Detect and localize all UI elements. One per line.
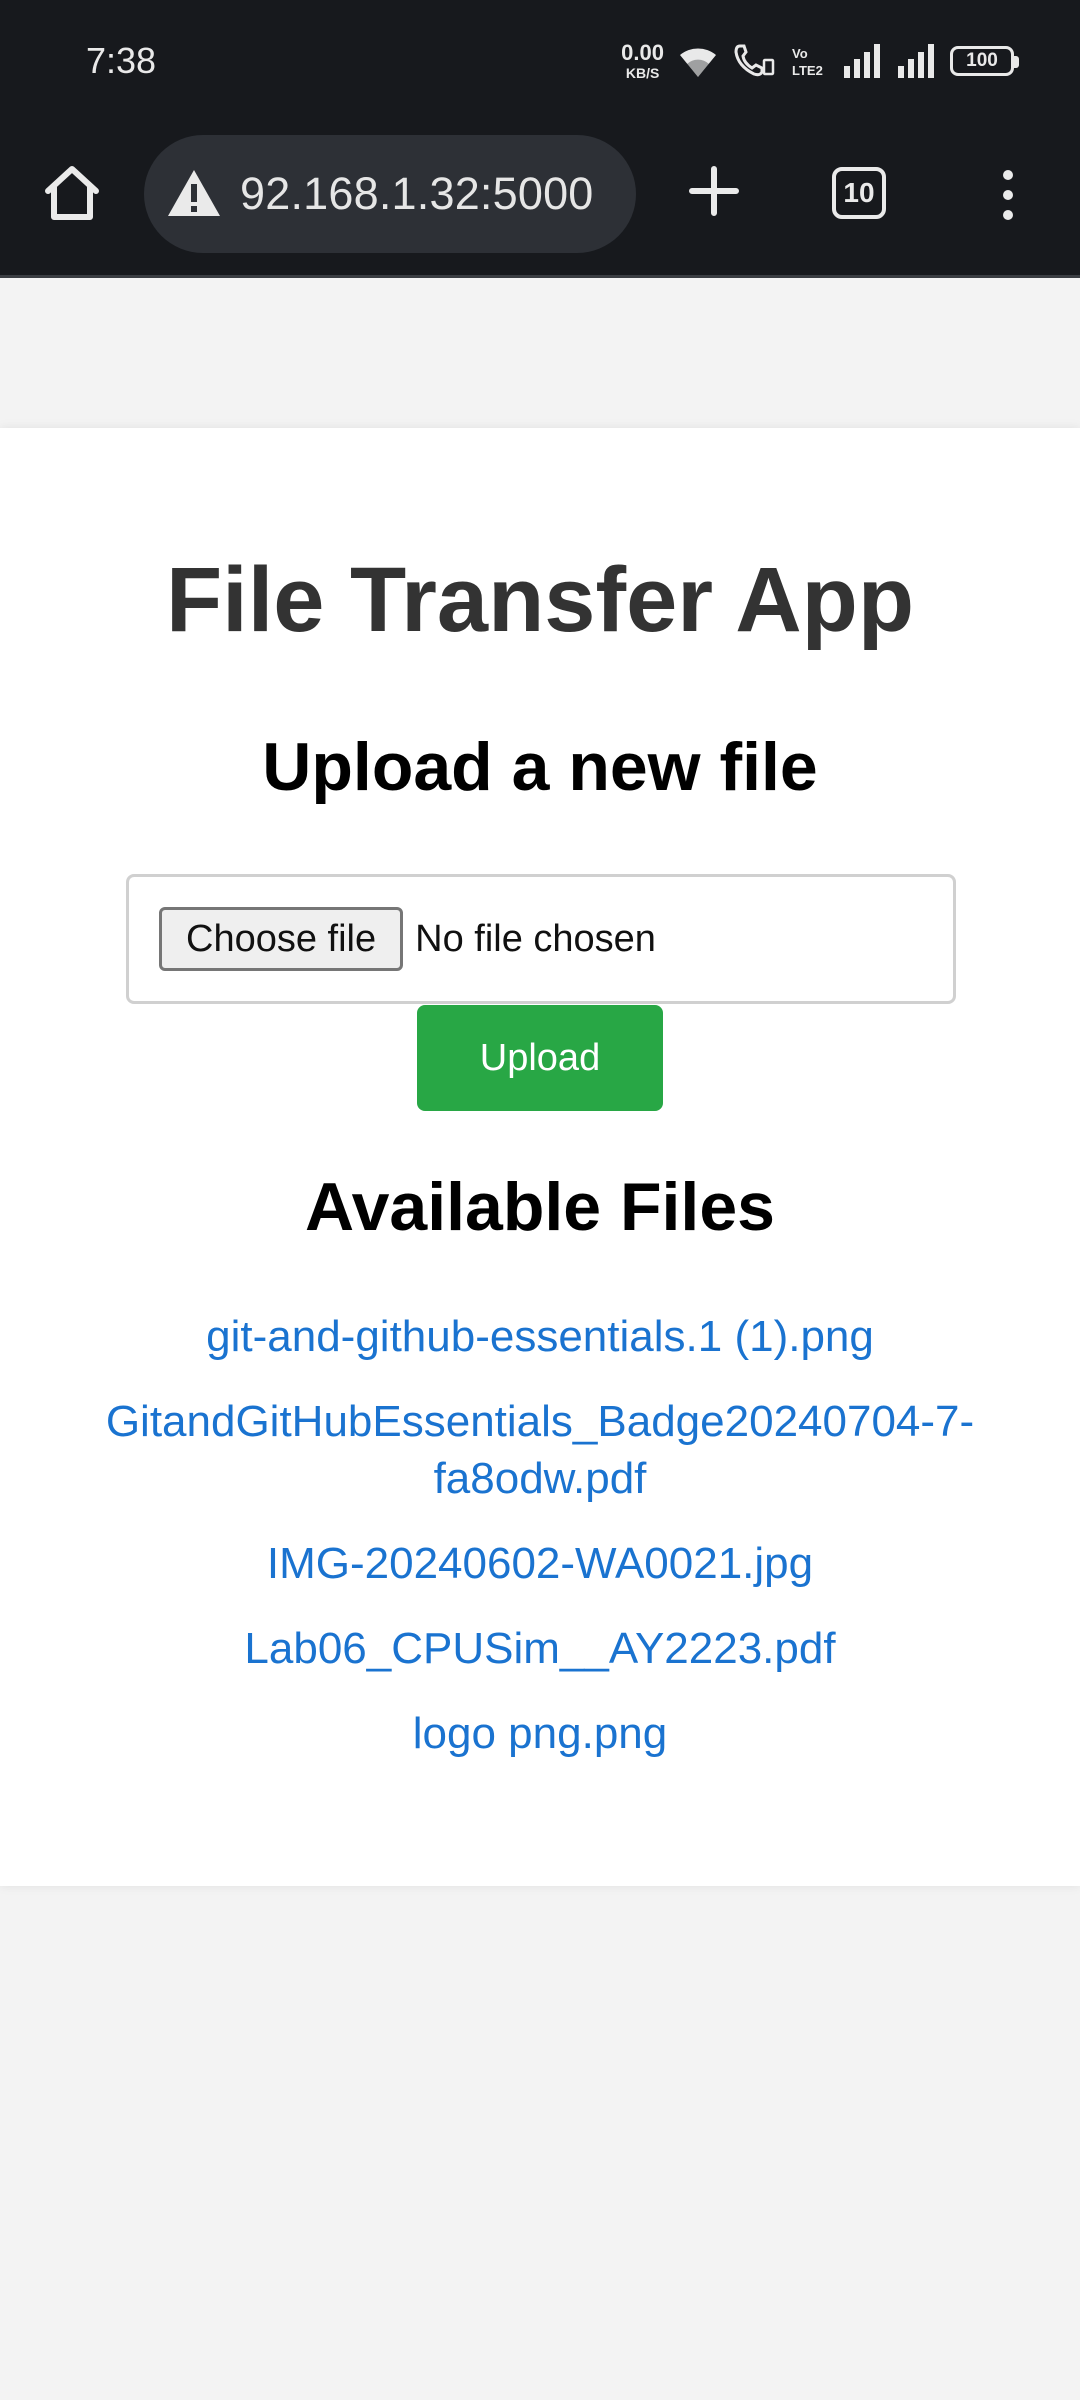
tab-switcher-button[interactable]: 10	[832, 167, 886, 219]
battery-icon: 100	[950, 46, 1019, 76]
volte-icon: Vo LTE2	[792, 46, 823, 78]
network-speed-unit: KB/S	[625, 65, 660, 81]
svg-text:LTE2: LTE2	[792, 63, 823, 78]
status-time: 7:38	[86, 40, 157, 81]
no-file-text: No file chosen	[415, 917, 656, 960]
browser-chrome: 7:38 0.00 KB/S Vo LTE2 100 92.168.1.32:5…	[0, 0, 1080, 278]
file-link[interactable]: IMG-20240602-WA0021.jpg	[267, 1539, 813, 1588]
list-item: logo png.png	[60, 1705, 1020, 1762]
file-link[interactable]: git-and-github-essentials.1 (1).png	[206, 1312, 874, 1361]
web-page: File Transfer App Upload a new file Choo…	[0, 281, 1080, 2400]
home-button[interactable]	[34, 155, 110, 231]
plus-icon	[689, 166, 739, 216]
file-list: git-and-github-essentials.1 (1).png Gita…	[60, 1308, 1020, 1790]
network-speed-value: 0.00	[621, 40, 664, 65]
list-item: git-and-github-essentials.1 (1).png	[60, 1308, 1020, 1365]
signal-strength-icon-2	[898, 44, 934, 78]
network-speed: 0.00 KB/S	[621, 40, 664, 81]
page-title: File Transfer App	[165, 549, 915, 651]
menu-dot-icon	[1003, 170, 1013, 180]
file-link[interactable]: logo png.png	[413, 1709, 667, 1758]
svg-text:Vo: Vo	[792, 46, 808, 61]
signal-strength-icon	[844, 44, 880, 78]
available-files-heading: Available Files	[305, 1169, 775, 1245]
battery-level: 100	[966, 50, 998, 71]
file-input[interactable]: Choose file No file chosen	[126, 874, 956, 1004]
tab-count: 10	[843, 177, 875, 208]
more-menu-button[interactable]	[978, 165, 1038, 225]
new-tab-button[interactable]	[676, 153, 752, 229]
choose-file-button[interactable]: Choose file	[159, 907, 404, 971]
wifi-icon	[680, 48, 716, 77]
file-link[interactable]: GitandGitHubEssentials_Badge20240704-7-f…	[106, 1397, 974, 1503]
menu-dot-icon	[1003, 190, 1013, 200]
file-link[interactable]: Lab06_CPUSim__AY2223.pdf	[244, 1624, 835, 1673]
status-icons: 0.00 KB/S Vo LTE2 100	[621, 38, 1019, 84]
url-text[interactable]: 92.168.1.32:5000	[240, 168, 594, 220]
upload-heading: Upload a new file	[262, 729, 818, 805]
content-card: File Transfer App Upload a new file Choo…	[0, 428, 1080, 1886]
menu-dot-icon	[1003, 210, 1013, 220]
browser-toolbar: 92.168.1.32:5000 10	[0, 125, 1080, 275]
url-bar[interactable]: 92.168.1.32:5000	[144, 135, 636, 253]
warning-icon[interactable]	[166, 168, 222, 220]
list-item: Lab06_CPUSim__AY2223.pdf	[60, 1620, 1020, 1677]
upload-button[interactable]: Upload	[417, 1005, 663, 1111]
list-item: IMG-20240602-WA0021.jpg	[60, 1535, 1020, 1592]
status-bar: 7:38 0.00 KB/S Vo LTE2 100	[0, 0, 1080, 125]
home-icon	[45, 166, 99, 220]
list-item: GitandGitHubEssentials_Badge20240704-7-f…	[60, 1393, 1020, 1507]
wifi-calling-icon	[734, 44, 775, 77]
